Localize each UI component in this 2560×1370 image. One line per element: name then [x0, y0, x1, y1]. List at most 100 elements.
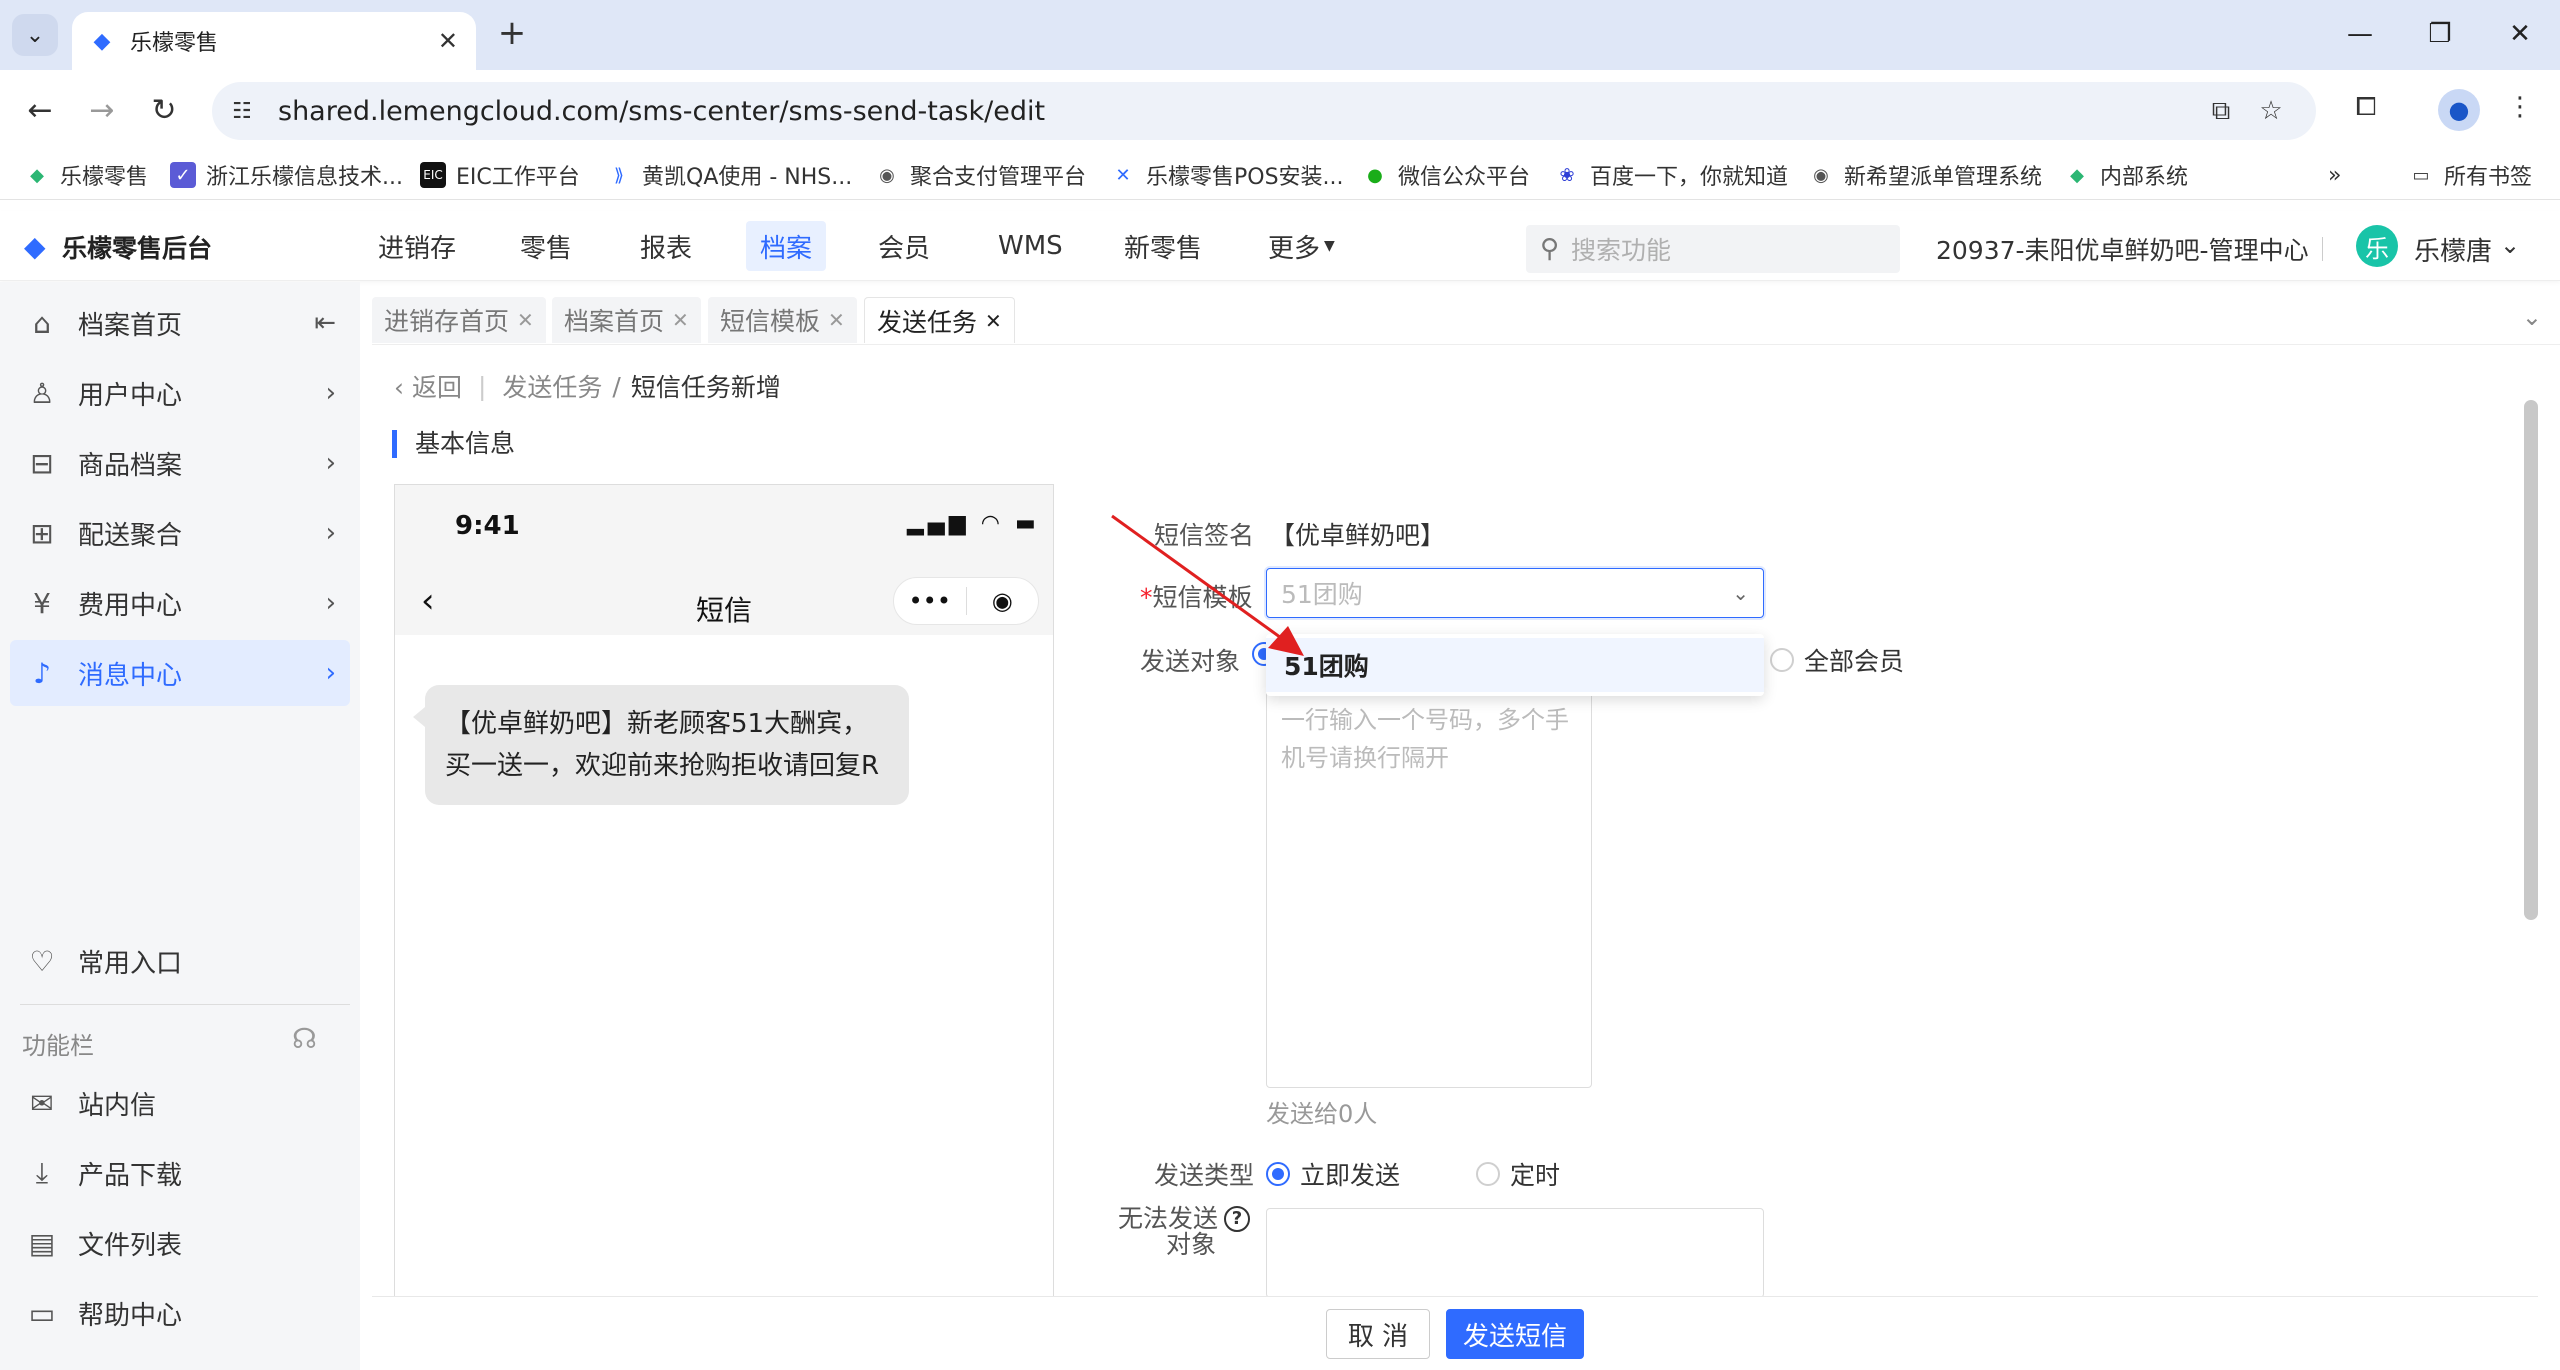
sidebar-item-common-entry[interactable]: ♡ 常用入口 — [10, 928, 350, 994]
template-dropdown: 51团购 — [1266, 634, 1764, 696]
restore-window-button[interactable]: ❐ — [2410, 14, 2470, 54]
topnav-item[interactable]: 新零售 — [1110, 221, 1216, 271]
bookmark-star-icon[interactable]: ☆ — [2246, 96, 2296, 126]
minimize-window-button[interactable]: — — [2330, 14, 2390, 54]
headset-icon[interactable]: ☊ — [292, 1022, 317, 1055]
phone-header: 9:41 ▂▄▆ ◠ ▬ ‹ 短信 ••• ◉ — [395, 485, 1053, 635]
site-info-icon[interactable]: ☷ — [232, 99, 268, 124]
tab-send-task[interactable]: 发送任务 ✕ — [864, 297, 1015, 343]
target-radio-all-members[interactable]: 全部会员 — [1770, 642, 1904, 678]
sidebar-item-expense[interactable]: ¥ 费用中心 › — [10, 570, 350, 636]
close-icon[interactable]: ✕ — [672, 308, 689, 332]
tab-inventory-home[interactable]: 进销存首页 ✕ — [372, 297, 546, 343]
menu-kebab-icon[interactable]: ⋮ — [2500, 92, 2540, 132]
topnav-item[interactable]: 零售 — [506, 221, 586, 271]
bookmark-item[interactable]: ◉ 新希望派单管理系统 — [1808, 160, 2042, 191]
vertical-scrollbar[interactable] — [2524, 400, 2538, 920]
sidebar-item-user-center[interactable]: ♙ 用户中心 › — [10, 360, 350, 426]
cancel-button[interactable]: 取 消 — [1326, 1309, 1430, 1359]
sidebar-item-delivery[interactable]: ⊞ 配送聚合 › — [10, 500, 350, 566]
bookmark-item[interactable]: EIC EIC工作平台 — [420, 160, 580, 190]
more-bookmarks-button[interactable]: » — [2328, 160, 2341, 190]
send-type-immediate[interactable]: 立即发送 — [1266, 1156, 1400, 1192]
topnav-item-active[interactable]: 档案 — [746, 221, 827, 271]
close-window-button[interactable]: ✕ — [2490, 14, 2550, 54]
target-label: 发送对象 — [1140, 647, 1241, 676]
bookmark-item[interactable]: ✕ 乐檬零售POS安装... — [1110, 160, 1343, 191]
template-option[interactable]: 51团购 — [1266, 638, 1764, 692]
tab-search-button[interactable]: ⌄ — [12, 14, 58, 56]
back-link[interactable]: ‹ 返回 — [394, 368, 462, 404]
tab-archive-home[interactable]: 档案首页 ✕ — [552, 297, 701, 343]
user-avatar[interactable]: 乐 — [2356, 225, 2398, 267]
breadcrumb-parent[interactable]: 发送任务 — [502, 368, 602, 404]
close-icon[interactable]: ✕ — [828, 308, 845, 332]
bookmark-item[interactable]: ⟫ 黄凯QA使用 - NHS... — [606, 160, 852, 191]
bookmark-leaf-icon: ◆ — [2070, 164, 2084, 186]
close-tab-icon[interactable]: ✕ — [438, 27, 458, 55]
divider — [2322, 237, 2323, 261]
chevron-down-icon[interactable]: ⌄ — [2500, 231, 2520, 259]
user-name[interactable]: 乐檬唐 — [2414, 231, 2492, 268]
tab-sms-template[interactable]: 短信模板 ✕ — [708, 297, 857, 343]
phone-status-icons: ▂▄▆ ◠ ▬ — [907, 511, 1040, 536]
url-text[interactable]: shared.lemengcloud.com/sms-center/sms-se… — [278, 96, 2196, 127]
bookmark-item[interactable]: ● 微信公众平台 — [1362, 160, 1530, 191]
required-mark: * — [1140, 583, 1153, 612]
chevron-right-icon: › — [325, 658, 336, 688]
sidebar-item-archive-home[interactable]: ⌂ 档案首页 ⇤ — [10, 290, 350, 356]
send-type-scheduled[interactable]: 定时 — [1476, 1156, 1560, 1192]
chevron-down-icon: ⌄ — [1732, 581, 1749, 605]
function-search-input[interactable]: ⚲ 搜索功能 — [1526, 225, 1900, 273]
bookmark-globe-icon: ◉ — [879, 164, 895, 186]
close-icon[interactable]: ✕ — [517, 308, 534, 332]
address-bar[interactable]: ☷ shared.lemengcloud.com/sms-center/sms-… — [212, 82, 2316, 140]
radio-dot — [1770, 648, 1794, 672]
chevron-down-icon[interactable]: ⌄ — [2522, 303, 2542, 331]
all-bookmarks-button[interactable]: ▭ 所有书签 — [2408, 160, 2532, 191]
bookmark-item[interactable]: ◆ 内部系统 — [2064, 160, 2188, 191]
store-name[interactable]: 20937-耒阳优卓鲜奶吧-管理中心 — [1936, 231, 2309, 267]
app-logo[interactable]: ◆ 乐檬零售后台 — [24, 229, 212, 265]
left-sidebar: ⌂ 档案首页 ⇤ ♙ 用户中心 › ⊟ 商品档案 › ⊞ 配送聚合 › ¥ 费用中心 › ♪ 消息中心… — [0, 282, 360, 1370]
folder-icon: ▭ — [2412, 164, 2430, 186]
topnav-more[interactable]: 更多 ▼ — [1254, 221, 1349, 271]
collapse-sidebar-icon[interactable]: ⇤ — [314, 308, 336, 338]
heart-icon: ♡ — [29, 944, 55, 978]
back-arrow-icon[interactable]: ← — [18, 88, 62, 132]
send-sms-button[interactable]: 发送短信 — [1446, 1309, 1584, 1359]
topnav-item[interactable]: 会员 — [864, 221, 944, 271]
bookmark-item[interactable]: ✓ 浙江乐檬信息技术... — [170, 160, 403, 190]
new-tab-button[interactable]: + — [494, 16, 530, 52]
reload-icon[interactable]: ↻ — [142, 88, 186, 132]
help-circle-icon[interactable]: ? — [1224, 1206, 1250, 1232]
miniapp-capsule: ••• ◉ — [893, 577, 1039, 625]
phone-numbers-textarea[interactable]: 一行输入一个号码，多个手机号请换行隔开 — [1266, 690, 1592, 1088]
forward-arrow-icon[interactable]: → — [80, 88, 124, 132]
close-icon[interactable]: ✕ — [985, 309, 1002, 333]
extensions-icon[interactable]: ⧠ — [2346, 92, 2386, 132]
sidebar-item-help[interactable]: ▭ 帮助中心 — [10, 1280, 350, 1346]
sidebar-item-message-center[interactable]: ♪ 消息中心 › — [10, 640, 350, 706]
box-icon: ⊟ — [30, 446, 54, 480]
send-count-hint: 发送给0人 — [1266, 1100, 1378, 1128]
bookmark-item[interactable]: ❀ 百度一下，你就知道 — [1554, 160, 1788, 191]
topnav-item[interactable]: 报表 — [626, 221, 706, 271]
sidebar-item-file-list[interactable]: ▤ 文件列表 — [10, 1210, 350, 1276]
bookmark-item[interactable]: ◉ 聚合支付管理平台 — [874, 160, 1086, 191]
bookmark-item[interactable]: ◆ 乐檬零售 — [24, 160, 148, 191]
topnav-item[interactable]: WMS — [984, 221, 1077, 271]
radio-dot — [1476, 1162, 1500, 1186]
topnav-item[interactable]: 进销存 — [364, 221, 470, 271]
browser-tab-active[interactable]: ◆ 乐檬零售 ✕ — [72, 12, 476, 70]
translate-icon[interactable]: ⧉ — [2196, 96, 2246, 127]
sidebar-item-download[interactable]: ⤓ 产品下载 — [10, 1140, 350, 1206]
unsendable-targets-box[interactable] — [1266, 1208, 1764, 1298]
sidebar-item-product-archive[interactable]: ⊟ 商品档案 › — [10, 430, 350, 496]
unsendable-label: 无法发送? 对象 — [1118, 1206, 1250, 1258]
chevron-right-icon: › — [325, 518, 336, 548]
profile-avatar-icon[interactable]: ● — [2438, 89, 2480, 131]
chart-icon: ▤ — [28, 1226, 56, 1260]
template-select[interactable]: 51团购 ⌄ — [1266, 568, 1764, 618]
sidebar-item-inbox[interactable]: ✉ 站内信 — [10, 1070, 350, 1136]
